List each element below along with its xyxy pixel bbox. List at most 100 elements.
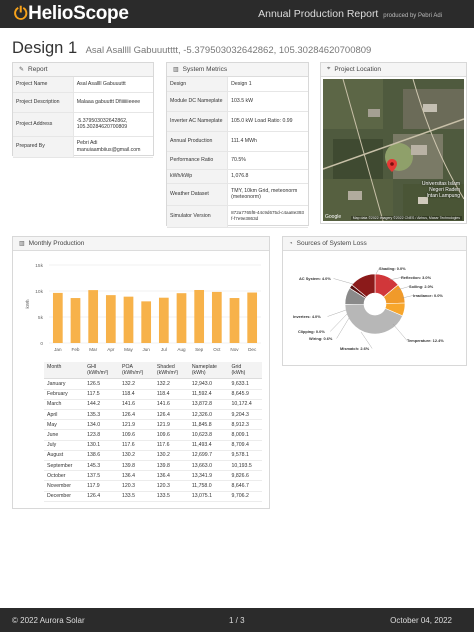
leader-line xyxy=(330,313,348,332)
row-key: Performance Ratio xyxy=(167,151,229,170)
table-cell: 12,943.0 xyxy=(188,378,229,390)
location-pin-icon xyxy=(387,159,397,177)
table-cell: 144.2 xyxy=(84,399,119,411)
column-header: Month xyxy=(44,362,85,380)
bar xyxy=(52,292,63,343)
loss-heading: Sources of System Loss xyxy=(296,240,367,247)
table-row: Module DC Nameplate 103.5 kW xyxy=(167,91,308,112)
pie-label: Mismatch: 2.6% xyxy=(340,346,370,351)
helioscope-logo: ⏻ HelioScope xyxy=(14,3,129,25)
row-value: Malaaa gabuuttt Dfiiiiiiieeee xyxy=(73,92,153,113)
table-row: Project Address -5.379503032642862, 105.3… xyxy=(13,112,153,137)
bar xyxy=(194,289,205,343)
table-cell: 121.9 xyxy=(119,419,154,431)
table-cell: 130.2 xyxy=(119,450,154,461)
table-cell: March xyxy=(44,399,85,411)
row-key: Prepared By xyxy=(13,136,74,158)
row-value: Design 1 xyxy=(227,77,308,92)
table-cell: 130.2 xyxy=(153,450,189,461)
table-cell: November xyxy=(44,480,85,492)
pie-label: Irradiance: 0.0% xyxy=(413,293,443,298)
table-cell: May xyxy=(44,419,85,431)
loss-pie-chart: AC System: 4.0% Shading: 0.0% Reflection: … xyxy=(293,266,444,351)
table-cell: 136.4 xyxy=(153,470,189,482)
table-cell: 10,623.8 xyxy=(188,429,229,441)
pie-label: Inverters: 4.0% xyxy=(293,314,321,319)
pie-label: Temperature: 12.4% xyxy=(407,338,444,343)
row-value: 105.0 kW Load Ratio: 0.99 xyxy=(227,111,308,132)
table-cell: 130.1 xyxy=(84,440,119,451)
table-cell: 123.8 xyxy=(84,429,119,441)
row-value: 111.4 MWh xyxy=(227,131,308,152)
table-cell: 134.0 xyxy=(84,419,119,431)
table-row: Inverter AC Nameplate 105.0 kW Load Ratio… xyxy=(167,111,308,132)
column-header: Grid (kWh) xyxy=(228,362,262,380)
page-number: 1 / 3 xyxy=(229,616,245,625)
footer-copyright: © 2022 Aurora Solar xyxy=(12,616,85,625)
table-row: March 144.2 141.6 141.6 13,872.8 10,172.4 xyxy=(44,399,262,411)
footer-bar: © 2022 Aurora Solar 1 / 3 October 04, 20… xyxy=(0,608,474,632)
table-cell: 117.5 xyxy=(84,389,119,400)
satellite-map[interactable]: Universitas Islam Negeri Raden Intan Lam… xyxy=(323,79,464,221)
header-bar: ⏻ HelioScope Annual Production Report pr… xyxy=(0,0,474,28)
table-cell: 11,592.4 xyxy=(188,389,229,400)
x-tick-label: Dec xyxy=(248,347,257,352)
table-cell: 118.4 xyxy=(153,389,189,400)
bar xyxy=(105,295,116,343)
table-cell: April xyxy=(44,409,85,421)
report-panel-header: ✎ Report xyxy=(13,63,153,77)
report-heading: Report xyxy=(28,66,48,73)
table-cell: 145.3 xyxy=(84,460,119,472)
bar xyxy=(88,290,99,343)
table-row: January 126.5 132.2 132.2 12,943.0 9,633.1 xyxy=(44,378,262,390)
design-title: Design 1 xyxy=(12,39,78,57)
pie-label: Clipping: 0.0% xyxy=(298,329,325,334)
table-cell: 11,758.0 xyxy=(188,480,229,492)
column-header: POA (kWh/m²) xyxy=(119,362,154,380)
map-place-label: Universitas Islam Negeri Raden Intan Lam… xyxy=(421,181,460,199)
table-cell: 135.3 xyxy=(84,409,119,421)
table-cell: 132.2 xyxy=(153,378,189,390)
y-tick-label: 10k xyxy=(35,289,43,295)
row-key: Project Description xyxy=(13,92,74,113)
report-title-text: Annual Production Report xyxy=(258,8,379,20)
table-row: Prepared By Pebri Adi manuiaambiius@gmail… xyxy=(13,136,153,158)
table-cell: 132.2 xyxy=(119,378,154,390)
monthly-bar-chart: 0 5k 10k 15k kWh Jan Feb Mar Apr May Jun Jul Aug Sep O… xyxy=(25,263,261,352)
table-cell: January xyxy=(44,378,85,390)
loss-panel-header: ◔ Sources of System Loss xyxy=(283,237,466,251)
row-key: Inverter AC Nameplate xyxy=(167,111,229,132)
table-cell: 9,706.2 xyxy=(228,491,262,502)
x-tick-label: Jan xyxy=(54,347,62,352)
row-value: TMY, 10km Grid, meteonorm (meteonorm) xyxy=(227,183,308,206)
row-key: Weather Dataset xyxy=(167,183,229,206)
table-cell: 13,075.1 xyxy=(188,491,229,502)
loss-panel: ◔ Sources of System Loss AC System: 4.0%… xyxy=(282,236,467,366)
y-axis-label: kWh xyxy=(25,299,30,308)
leader-line xyxy=(327,309,347,317)
pie-label: Reflection: 3.0% xyxy=(401,275,432,280)
pie-label: AC System: 4.0% xyxy=(299,276,331,281)
table-row: Performance Ratio 70.5% xyxy=(167,151,308,170)
bar-chart-icon: ▥ xyxy=(173,67,179,73)
y-tick-label: 5k xyxy=(38,315,44,321)
bar xyxy=(229,298,240,343)
wrench-icon: ✎ xyxy=(19,67,25,73)
row-value: 103.5 kW xyxy=(227,91,308,112)
table-cell: 137.5 xyxy=(84,470,119,482)
pie-label: Wiring: 0.6% xyxy=(309,336,333,341)
table-cell: 139.8 xyxy=(119,460,154,472)
table-cell: 117.9 xyxy=(84,480,119,492)
table-cell: 12,699.7 xyxy=(188,450,229,461)
pie-chart-icon: ◔ xyxy=(289,240,293,247)
table-cell: September xyxy=(44,460,85,472)
table-cell: December xyxy=(44,491,85,502)
table-row: April 135.3 126.4 126.4 12,326.0 9,204.3 xyxy=(44,409,262,421)
column-header: GHI (kWh/m²) xyxy=(84,362,119,380)
table-cell: 126.4 xyxy=(153,409,189,421)
table-cell: 141.6 xyxy=(119,399,154,411)
column-header: Nameplate (kWh) xyxy=(188,362,229,380)
power-icon: ⏻ xyxy=(14,4,28,23)
y-tick-label: 15k xyxy=(35,263,43,269)
location-heading: Project Location xyxy=(334,66,382,73)
